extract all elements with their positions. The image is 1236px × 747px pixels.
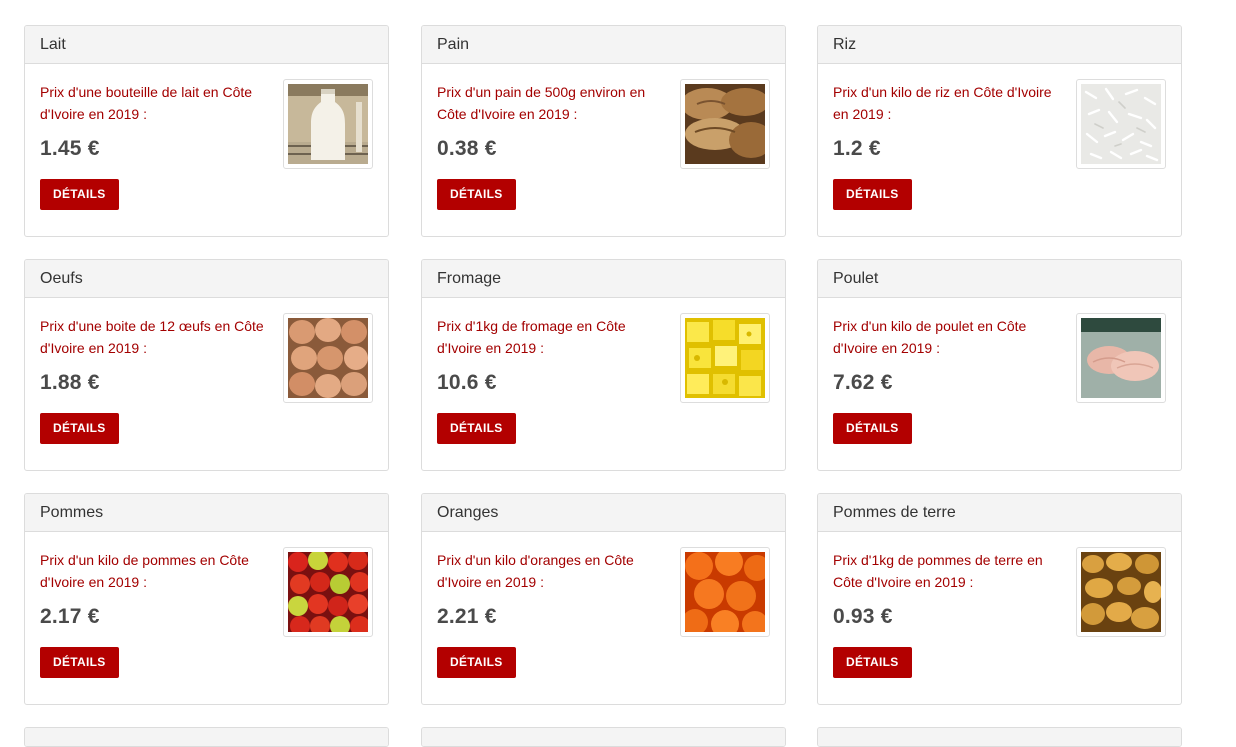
apples-image[interactable] <box>283 547 373 637</box>
card-description: Prix d'1kg de pommes de terre en Côte d'… <box>833 552 1043 590</box>
oranges-image[interactable] <box>680 547 770 637</box>
cheese-image[interactable] <box>680 313 770 403</box>
card-description: Prix d'un kilo d'oranges en Côte d'Ivoir… <box>437 552 634 590</box>
card-title-partial <box>422 728 785 746</box>
details-button[interactable]: DÉTAILS <box>437 179 516 210</box>
product-card-lait: Lait Prix d'une bouteille de lait en Côt… <box>24 25 389 237</box>
card-description: Prix d'un kilo de pommes en Côte d'Ivoir… <box>40 552 249 590</box>
details-button[interactable]: DÉTAILS <box>833 179 912 210</box>
chicken-image[interactable] <box>1076 313 1166 403</box>
eggs-image[interactable] <box>283 313 373 403</box>
product-card-poulet: Poulet Prix d'un kilo de poulet en Côte … <box>817 259 1182 471</box>
details-button[interactable]: DÉTAILS <box>833 413 912 444</box>
product-card-riz: Riz Prix d'un kilo de riz en Côte d'Ivoi… <box>817 25 1182 237</box>
card-title: Poulet <box>818 260 1181 298</box>
details-button[interactable]: DÉTAILS <box>40 179 119 210</box>
product-card-partial <box>24 727 389 747</box>
rice-image[interactable] <box>1076 79 1166 169</box>
card-title: Oranges <box>422 494 785 532</box>
product-card-pommes: Pommes Prix d'un kilo de pommes en Côte … <box>24 493 389 705</box>
card-title-partial <box>25 728 388 746</box>
product-card-partial <box>421 727 786 747</box>
product-card-oranges: Oranges Prix d'un kilo d'oranges en Côte… <box>421 493 786 705</box>
details-button[interactable]: DÉTAILS <box>40 647 119 678</box>
product-card-partial <box>817 727 1182 747</box>
card-description: Prix d'un kilo de poulet en Côte d'Ivoir… <box>833 318 1027 356</box>
product-card-pommes-de-terre: Pommes de terre Prix d'1kg de pommes de … <box>817 493 1182 705</box>
card-description: Prix d'un kilo de riz en Côte d'Ivoire e… <box>833 84 1052 122</box>
card-description: Prix d'une bouteille de lait en Côte d'I… <box>40 84 253 122</box>
card-title: Riz <box>818 26 1181 64</box>
card-title-partial <box>818 728 1181 746</box>
potatoes-image[interactable] <box>1076 547 1166 637</box>
details-button[interactable]: DÉTAILS <box>833 647 912 678</box>
card-title: Lait <box>25 26 388 64</box>
details-button[interactable]: DÉTAILS <box>40 413 119 444</box>
card-title: Pommes de terre <box>818 494 1181 532</box>
card-title: Oeufs <box>25 260 388 298</box>
card-title: Pain <box>422 26 785 64</box>
details-button[interactable]: DÉTAILS <box>437 647 516 678</box>
card-description: Prix d'une boite de 12 œufs en Côte d'Iv… <box>40 318 264 356</box>
card-title: Pommes <box>25 494 388 532</box>
product-card-pain: Pain Prix d'un pain de 500g environ en C… <box>421 25 786 237</box>
product-card-fromage: Fromage Prix d'1kg de fromage en Côte d'… <box>421 259 786 471</box>
milk-bottle-image[interactable] <box>283 79 373 169</box>
card-description: Prix d'un pain de 500g environ en Côte d… <box>437 84 646 122</box>
card-title: Fromage <box>422 260 785 298</box>
product-card-oeufs: Oeufs Prix d'une boite de 12 œufs en Côt… <box>24 259 389 471</box>
card-description: Prix d'1kg de fromage en Côte d'Ivoire e… <box>437 318 626 356</box>
details-button[interactable]: DÉTAILS <box>437 413 516 444</box>
bread-image[interactable] <box>680 79 770 169</box>
